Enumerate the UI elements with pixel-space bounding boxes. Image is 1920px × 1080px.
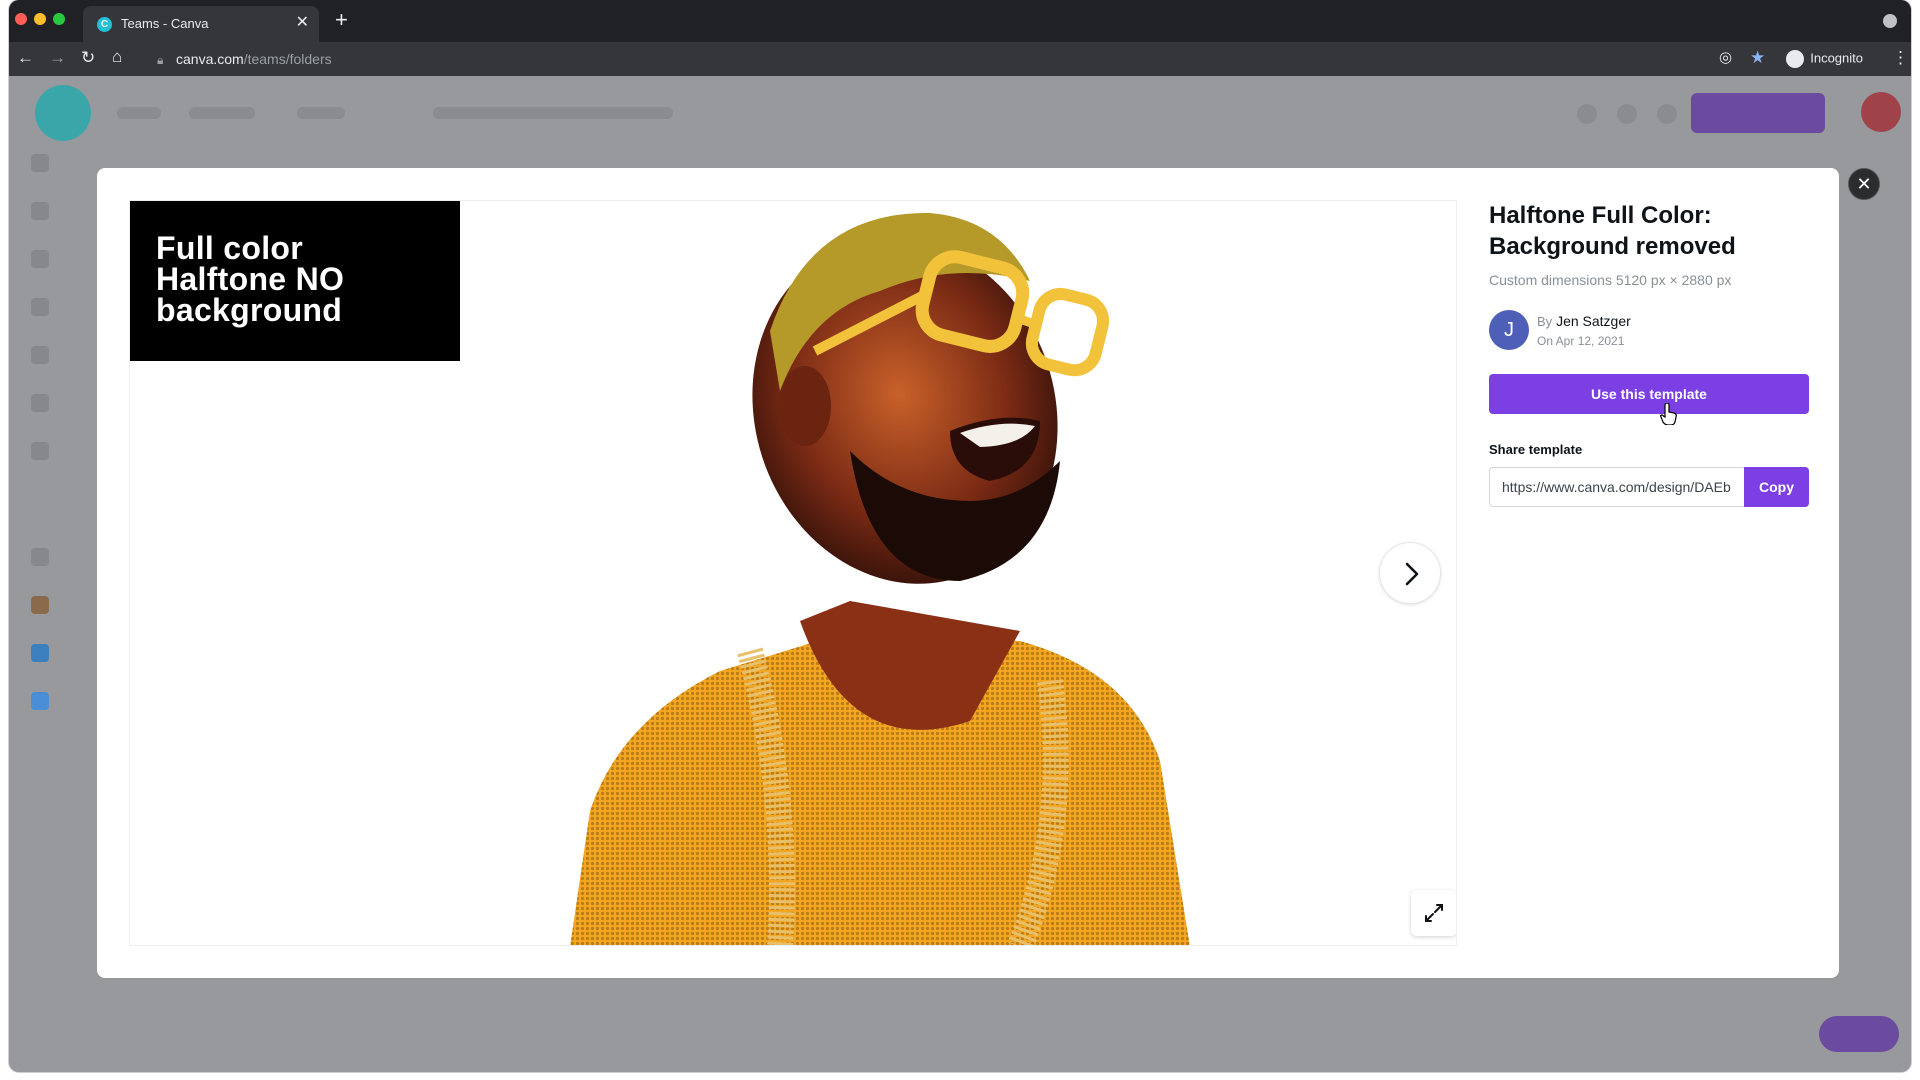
sidebar-folder-icon [31,692,49,710]
chevron-right-icon [1405,562,1419,586]
tab-close-icon[interactable]: ✕ [296,14,309,32]
reload-icon[interactable]: ↻ [81,48,95,68]
address-bar[interactable]: canva.com/teams/folders [176,51,332,67]
author-byline: By Jen Satzger [1537,313,1631,329]
close-window-button[interactable] [15,13,27,25]
nav-templates-placeholder [189,107,255,119]
canva-favicon-icon: C [97,17,112,32]
sidebar-icon [31,442,49,460]
tab-strip: C Teams - Canva ✕ + [9,0,1911,42]
create-design-button [1691,93,1825,133]
next-template-button[interactable] [1379,542,1441,604]
browser-tab[interactable]: C Teams - Canva ✕ [83,6,319,42]
sidebar-icon [31,298,49,316]
url-host: canva.com [176,51,244,67]
settings-icon [1577,104,1597,124]
template-details-panel: Halftone Full Color: Background removed … [1489,200,1809,507]
nav-learn-placeholder [297,107,345,119]
sidebar-folder-thumb [31,596,49,614]
sidebar-icon [31,548,49,566]
sidebar-icon [31,154,49,172]
maximize-window-button[interactable] [53,13,65,25]
author-date: On Apr 12, 2021 [1537,334,1625,348]
lock-icon: 🔒︎ [157,53,164,67]
search-bar-placeholder [433,107,673,119]
template-preview-modal: Full color Halftone NO background Halfto… [97,168,1839,978]
template-dimensions: Custom dimensions 5120 px × 2880 px [1489,272,1732,288]
template-label-box: Full color Halftone NO background [130,201,460,361]
help-icon [1617,104,1637,124]
home-icon[interactable]: ⌂ [112,47,122,67]
share-template-label: Share template [1489,442,1583,457]
sidebar-icon [31,346,49,364]
incognito-icon [1786,50,1805,68]
close-modal-button[interactable]: ✕ [1848,168,1880,200]
nav-home-placeholder [117,107,161,119]
browser-toolbar: ← → ↻ ⌂ 🔒︎ canva.com/teams/folders ◎ ★ I… [9,42,1911,76]
author-name[interactable]: Jen Satzger [1556,313,1631,329]
user-avatar [1861,92,1901,132]
minimize-window-button[interactable] [34,13,46,25]
sidebar-icon [31,202,49,220]
close-icon: ✕ [1856,174,1872,194]
tab-search-icon[interactable] [1883,14,1897,28]
eye-off-icon[interactable]: ◎ [1719,48,1732,68]
expand-preview-button[interactable] [1411,890,1456,936]
help-button [1819,1016,1899,1052]
tab-title: Teams - Canva [121,16,209,31]
bookmark-star-icon[interactable]: ★ [1750,48,1765,68]
url-path: /teams/folders [243,51,332,67]
canva-logo [35,85,91,141]
bell-icon [1657,104,1677,124]
author-avatar[interactable]: J [1489,310,1529,350]
halftone-portrait-image [570,212,1190,945]
template-title: Halftone Full Color: Background removed [1489,202,1736,260]
copy-link-button[interactable]: Copy [1744,467,1809,507]
browser-menu-icon[interactable]: ⋮ [1892,48,1909,68]
incognito-indicator[interactable]: Incognito [1786,50,1863,68]
template-author: J By Jen Satzger On Apr 12, 2021 [1489,310,1809,352]
forward-icon[interactable]: → [49,48,66,68]
by-prefix: By [1537,314,1553,329]
back-icon[interactable]: ← [17,48,34,68]
hand-cursor-icon [1660,403,1677,425]
incognito-label: Incognito [1810,50,1863,66]
browser-window: C Teams - Canva ✕ + ← → ↻ ⌂ 🔒︎ canva.com… [9,0,1911,1072]
sidebar-folder-icon [31,644,49,662]
sidebar-icon [31,394,49,412]
sidebar-icon [31,250,49,268]
template-preview: Full color Halftone NO background [129,200,1457,946]
new-tab-icon[interactable]: + [335,9,348,31]
expand-icon [1425,904,1443,922]
template-label-text: Full color Halftone NO background [156,230,345,328]
share-url-input[interactable] [1489,467,1744,507]
share-row: Copy [1489,467,1809,507]
use-template-button[interactable]: Use this template [1489,374,1809,414]
